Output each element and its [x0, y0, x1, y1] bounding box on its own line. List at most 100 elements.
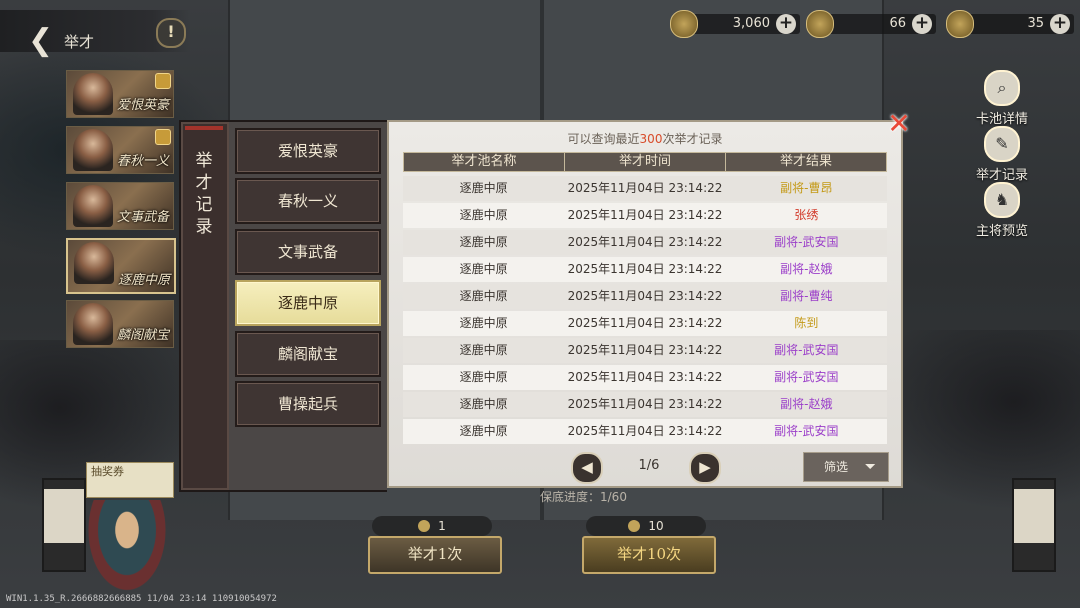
cell-draw-result: 副将-武安国 — [774, 370, 839, 384]
table-row: 逐鹿中原 2025年11月04日 23:14:22 副将-武安国 — [403, 419, 887, 444]
table-row: 逐鹿中原 2025年11月04日 23:14:22 副将-赵娥 — [403, 257, 887, 282]
jade-icon — [806, 10, 834, 38]
table-row: 逐鹿中原 2025年11月04日 23:14:22 副将-曹纯 — [403, 284, 887, 309]
pool-item-selected[interactable]: 逐鹿中原 — [66, 238, 176, 294]
table-row: 逐鹿中原 2025年11月04日 23:14:22 张绣 — [403, 203, 887, 228]
cell-draw-time: 2025年11月04日 23:14:22 — [567, 289, 723, 303]
magnifier-icon: ⌕ — [984, 70, 1020, 106]
draw-ticket[interactable]: 抽奖券 — [86, 462, 174, 498]
cell-draw-result: 副将-曹昂 — [780, 181, 833, 195]
tab-pool[interactable]: 麟阁献宝 — [235, 331, 381, 377]
tab-pool[interactable]: 爱恨英豪 — [235, 128, 381, 174]
cell-pool-name: 逐鹿中原 — [459, 289, 508, 303]
tab-pool[interactable]: 曹操起兵 — [235, 381, 381, 427]
draw-records-button[interactable]: ✎ 举才记录 — [962, 126, 1042, 183]
general-preview-label: 主将预览 — [975, 224, 1028, 239]
version-text: WIN1.1.35_R.2666882666885 11/04 23:14 11… — [6, 594, 277, 604]
filter-label: 筛选 — [824, 460, 849, 474]
cell-draw-time: 2025年11月04日 23:14:22 — [567, 181, 723, 195]
pool-details-label: 卡池详情 — [975, 112, 1028, 127]
pool-item[interactable]: 爱恨英豪 — [66, 70, 174, 118]
pity-progress: 保底进度：1/60 — [540, 490, 627, 504]
records-panel: 可以查询最近300次举才记录 举才池名称 举才时间 举才结果 逐鹿中原 2025年… — [387, 120, 903, 488]
next-page-button[interactable]: ▶ — [689, 452, 721, 484]
pool-portrait — [74, 242, 114, 284]
brush-icon: ✎ — [984, 126, 1020, 162]
cell-pool-name: 逐鹿中原 — [459, 262, 508, 276]
add-coin-button[interactable]: + — [776, 14, 796, 34]
cell-pool-name: 逐鹿中原 — [459, 397, 508, 411]
pool-badge-icon — [155, 129, 171, 145]
general-preview-button[interactable]: ♞ 主将预览 — [962, 182, 1042, 239]
general-icon: ♞ — [984, 182, 1020, 218]
tab-pool-selected[interactable]: 逐鹿中原 — [235, 280, 381, 326]
draw-cost-single: 1 — [372, 516, 492, 536]
pool-label: 爱恨英豪 — [116, 98, 169, 113]
filter-button[interactable]: 筛选 ⏷ — [803, 452, 889, 482]
note-suffix: 次举才记录 — [662, 132, 723, 146]
cost-value: 1 — [438, 519, 446, 533]
cell-draw-time: 2025年11月04日 23:14:22 — [567, 370, 723, 384]
modal-title: 举才记录 — [195, 151, 213, 237]
draw-ten-button[interactable]: 举才10次 — [582, 536, 716, 574]
cell-draw-result: 张绣 — [794, 208, 819, 222]
ticket-icon — [628, 520, 641, 532]
cell-draw-result: 陈到 — [794, 316, 819, 330]
ticket-icon — [418, 520, 431, 532]
table-row: 逐鹿中原 2025年11月04日 23:14:22 副将-曹昂 — [403, 176, 887, 201]
note-prefix: 可以查询最近 — [567, 132, 640, 146]
tab-pool[interactable]: 文事武备 — [235, 229, 381, 275]
cell-pool-name: 逐鹿中原 — [459, 424, 508, 438]
pool-label: 逐鹿中原 — [117, 273, 170, 288]
cell-pool-name: 逐鹿中原 — [459, 316, 508, 330]
mascot-character — [82, 500, 172, 600]
note-count: 300 — [639, 132, 663, 146]
cell-draw-time: 2025年11月04日 23:14:22 — [567, 343, 723, 357]
resource-coin: 3,060 + — [670, 10, 800, 38]
table-row: 逐鹿中原 2025年11月04日 23:14:22 副将-武安国 — [403, 230, 887, 255]
cell-draw-result: 副将-赵娥 — [780, 262, 833, 276]
jade-value: 66 — [889, 16, 906, 31]
back-arrow-icon[interactable]: ❮ — [28, 26, 53, 56]
cell-draw-result: 副将-曹纯 — [780, 289, 833, 303]
resource-token: 35 + — [946, 10, 1074, 38]
prev-page-button[interactable]: ◀ — [571, 452, 603, 484]
draw-records-label: 举才记录 — [975, 168, 1028, 183]
cell-draw-time: 2025年11月04日 23:14:22 — [567, 235, 723, 249]
pool-portrait — [73, 303, 113, 345]
tab-pool[interactable]: 春秋一义 — [235, 178, 381, 224]
pool-portrait — [73, 73, 113, 115]
cell-draw-result: 副将-武安国 — [774, 235, 839, 249]
page-title: 举才 — [64, 33, 95, 51]
pool-item[interactable]: 麟阁献宝 — [66, 300, 174, 348]
cell-pool-name: 逐鹿中原 — [459, 370, 508, 384]
coin-icon — [670, 10, 698, 38]
token-value: 35 — [1027, 16, 1044, 31]
table-row: 逐鹿中原 2025年11月04日 23:14:22 副将-武安国 — [403, 338, 887, 363]
records-table: 逐鹿中原 2025年11月04日 23:14:22 副将-曹昂 逐鹿中原 2025年11… — [403, 176, 887, 446]
cell-draw-time: 2025年11月04日 23:14:22 — [567, 262, 723, 276]
pool-label: 麟阁献宝 — [116, 328, 169, 343]
filter-funnel-icon: ⏷ — [864, 459, 876, 475]
table-row: 逐鹿中原 2025年11月04日 23:14:22 陈到 — [403, 311, 887, 336]
cell-draw-result: 副将-赵娥 — [780, 397, 833, 411]
cell-draw-time: 2025年11月04日 23:14:22 — [567, 424, 723, 438]
cell-draw-result: 副将-武安国 — [774, 424, 839, 438]
cell-pool-name: 逐鹿中原 — [459, 235, 508, 249]
column-header: 举才池名称 — [404, 153, 565, 171]
pool-item[interactable]: 春秋一义 — [66, 126, 174, 174]
cell-pool-name: 逐鹿中原 — [459, 343, 508, 357]
column-header: 举才结果 — [779, 154, 832, 169]
pool-item[interactable]: 文事武备 — [66, 182, 174, 230]
pool-badge-icon — [155, 73, 171, 89]
draw-once-button[interactable]: 举才1次 — [368, 536, 502, 574]
title-accent-bar — [185, 126, 223, 130]
pool-details-button[interactable]: ⌕ 卡池详情 — [962, 70, 1042, 127]
column-header: 举才时间 — [565, 153, 726, 171]
close-icon[interactable]: ✕ — [884, 110, 914, 140]
add-jade-button[interactable]: + — [912, 14, 932, 34]
add-token-button[interactable]: + — [1050, 14, 1070, 34]
table-row: 逐鹿中原 2025年11月04日 23:14:22 副将-赵娥 — [403, 392, 887, 417]
info-button[interactable]: ! — [156, 18, 186, 48]
draw-cost-ten: 10 — [586, 516, 706, 536]
